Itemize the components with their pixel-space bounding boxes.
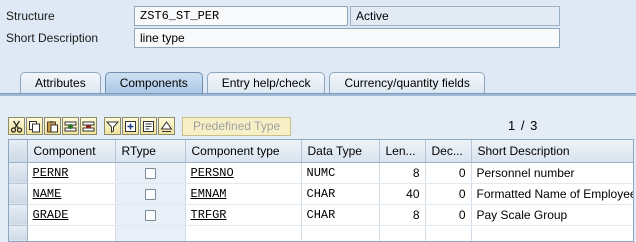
components-panel: Predefined Type 1 / 3 Component RType Co… [0,96,636,242]
component-name[interactable]: NAME [33,187,62,201]
empty-cell[interactable] [115,225,186,241]
component-type-name[interactable]: EMNAM [191,187,227,201]
component-type-name[interactable]: TRFGR [191,208,227,222]
table-header-row: Component RType Component type Data Type… [9,140,633,163]
length-cell[interactable]: 40 [379,183,426,205]
tab-strip: Attributes Components Entry help/check C… [20,72,489,94]
short-description-cell[interactable]: Formatted Name of Employee [471,183,633,205]
row-selector[interactable] [9,162,28,184]
component-type-name[interactable]: PERSNO [191,166,234,180]
insert-icon[interactable] [122,117,139,135]
empty-cell[interactable] [425,225,472,241]
empty-cell[interactable] [379,225,426,241]
rtype-checkbox[interactable] [144,209,156,221]
grid-toolbar: Predefined Type [8,116,292,136]
tab-currency-quantity-fields[interactable]: Currency/quantity fields [329,72,485,94]
table-row: NAME EMNAM CHAR 40 0 Formatted Name of E… [9,183,633,205]
insert-row-icon[interactable] [62,117,79,135]
status-field: Active [350,6,560,26]
decimals-cell[interactable]: 0 [425,204,472,226]
details-icon[interactable] [140,117,157,135]
length-cell[interactable]: 8 [379,162,426,184]
table-row-empty [9,225,633,241]
structure-label: Structure [6,9,55,23]
component-type-cell[interactable]: TRFGR [185,204,302,226]
components-table: Component RType Component type Data Type… [8,139,634,242]
short-description-cell[interactable]: Pay Scale Group [471,204,633,226]
component-type-cell[interactable]: PERSNO [185,162,302,184]
empty-cell[interactable] [185,225,302,241]
select-all-cell[interactable] [9,140,28,163]
empty-cell[interactable] [27,225,116,241]
column-header-decimals[interactable]: Dec... [425,140,472,163]
tab-attributes[interactable]: Attributes [20,72,101,94]
component-cell[interactable]: GRADE [27,204,116,226]
short-description-field[interactable]: line type [134,28,560,48]
copy-icon[interactable] [26,117,43,135]
tab-components[interactable]: Components [104,72,203,94]
component-cell[interactable]: PERNR [27,162,116,184]
short-description-label: Short Description [6,31,99,45]
component-type-cell[interactable]: EMNAM [185,183,302,205]
column-header-data-type[interactable]: Data Type [301,140,380,163]
cut-icon[interactable] [8,117,25,135]
rtype-checkbox[interactable] [144,167,156,179]
predefined-type-button[interactable]: Predefined Type [182,116,292,136]
data-type-cell[interactable]: NUMC [301,162,380,184]
structure-name-field[interactable]: ZST6_ST_PER [134,6,348,26]
filter-icon[interactable] [104,117,121,135]
empty-cell[interactable] [301,225,380,241]
length-cell[interactable]: 8 [379,204,426,226]
component-name[interactable]: GRADE [33,208,69,222]
rtype-cell[interactable] [115,204,186,226]
column-header-short-description[interactable]: Short Description [471,140,633,163]
component-cell[interactable]: NAME [27,183,116,205]
row-selector[interactable] [9,225,28,241]
empty-cell[interactable] [471,225,633,241]
up-icon[interactable] [158,117,175,135]
paste-icon[interactable] [44,117,61,135]
data-type-cell[interactable]: CHAR [301,183,380,205]
rtype-cell[interactable] [115,183,186,205]
rtype-checkbox[interactable] [144,188,156,200]
column-header-component-type[interactable]: Component type [185,140,302,163]
table-row: GRADE TRFGR CHAR 8 0 Pay Scale Group [9,204,633,226]
column-header-length[interactable]: Len... [379,140,426,163]
decimals-cell[interactable]: 0 [425,183,472,205]
row-selector[interactable] [9,204,28,226]
short-description-cell[interactable]: Personnel number [471,162,633,184]
page-indicator: 1 / 3 [508,118,539,133]
delete-row-icon[interactable] [80,117,97,135]
decimals-cell[interactable]: 0 [425,162,472,184]
row-selector[interactable] [9,183,28,205]
tab-entry-help-check[interactable]: Entry help/check [206,72,326,94]
column-header-rtype[interactable]: RType [115,140,186,163]
data-type-cell[interactable]: CHAR [301,204,380,226]
table-row: PERNR PERSNO NUMC 8 0 Personnel number [9,162,633,184]
column-header-component[interactable]: Component [27,140,116,163]
rtype-cell[interactable] [115,162,186,184]
component-name[interactable]: PERNR [33,166,69,180]
